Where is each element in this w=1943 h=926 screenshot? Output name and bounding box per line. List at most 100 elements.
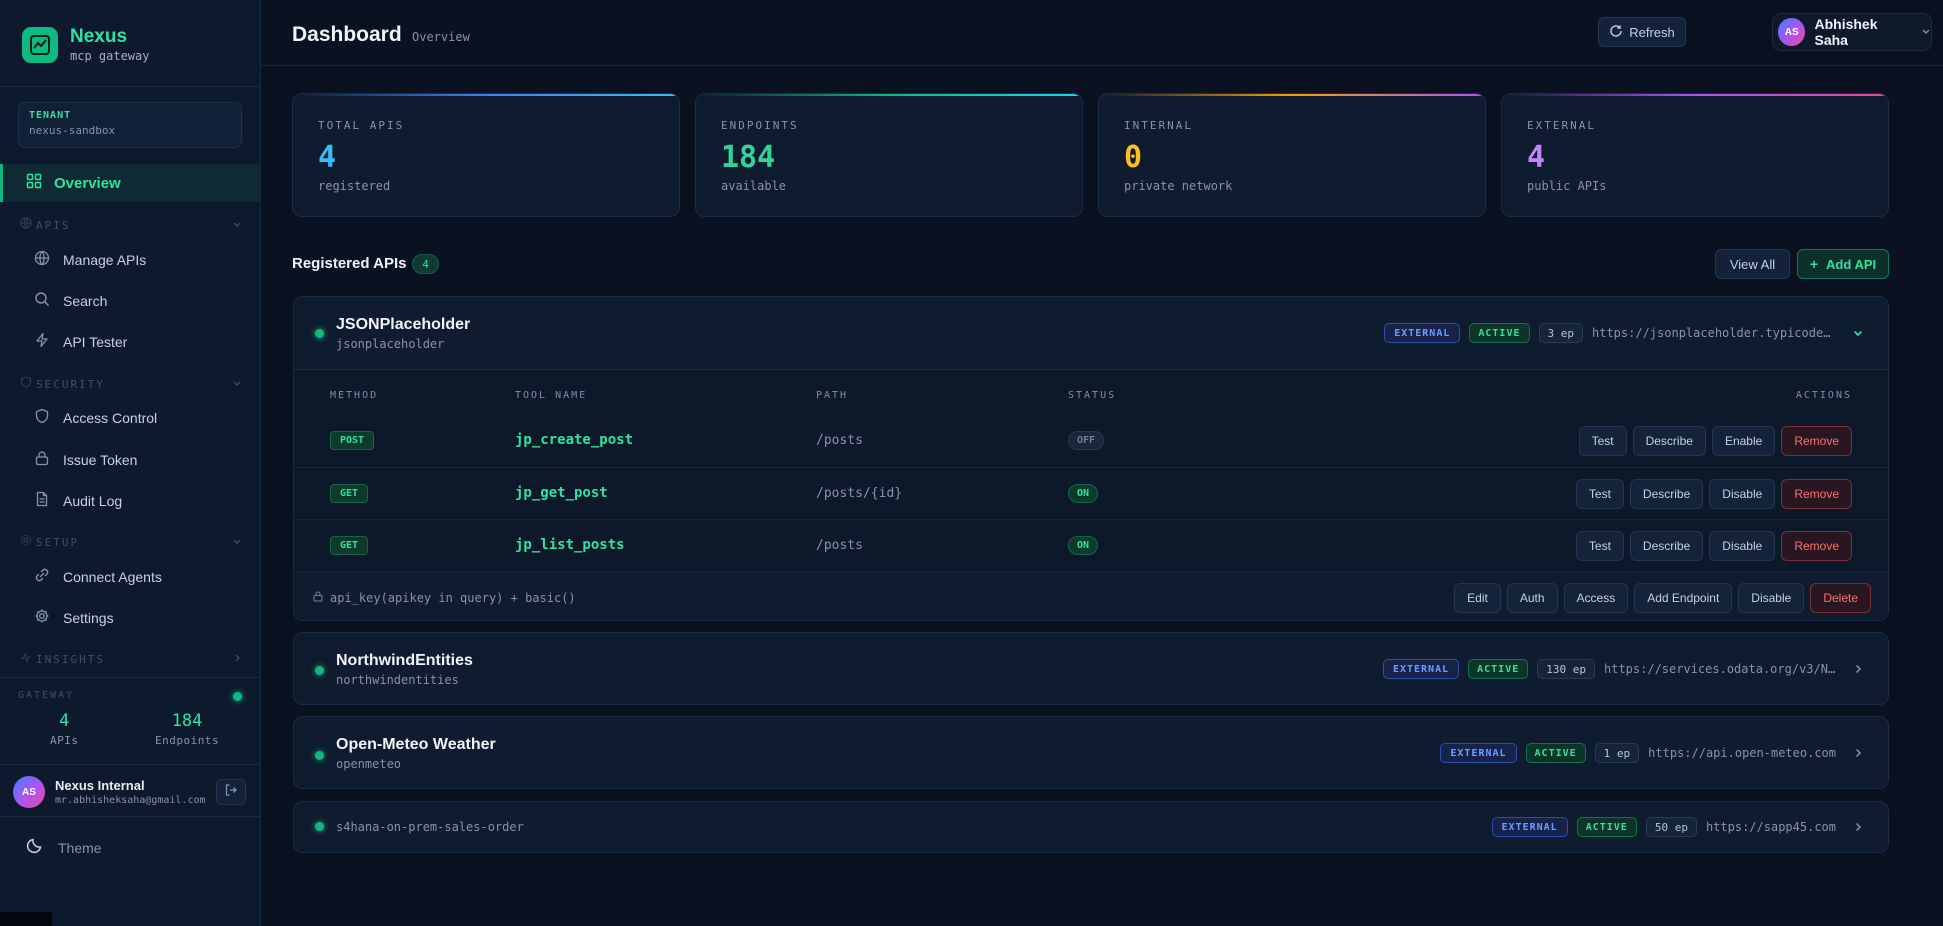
- brand[interactable]: Nexus mcp gateway: [22, 26, 149, 64]
- status-dot: [315, 329, 324, 338]
- section-header-setup[interactable]: SETUP: [20, 534, 242, 550]
- api-badges: EXTERNAL ACTIVE 50 ep https://sapp45.com: [1491, 817, 1864, 837]
- sidebar-item-manage-apis[interactable]: Manage APIs: [34, 248, 146, 272]
- auth-button[interactable]: Auth: [1506, 583, 1558, 613]
- describe-button[interactable]: Describe: [1629, 479, 1704, 509]
- chevron-down-icon[interactable]: [1852, 327, 1864, 339]
- sidebar-item-connect-agents[interactable]: Connect Agents: [34, 565, 162, 589]
- stat-label: INTERNAL: [1124, 119, 1193, 132]
- sidebar-item-label: Overview: [54, 174, 121, 192]
- section-header-insights[interactable]: INSIGHTS: [20, 651, 242, 667]
- view-all-button[interactable]: View All: [1715, 249, 1790, 279]
- refresh-button[interactable]: Refresh: [1598, 17, 1686, 47]
- access-button[interactable]: Access: [1563, 583, 1629, 613]
- stat-value: 4: [1527, 140, 1546, 175]
- sidebar-user[interactable]: AS Nexus Internal mr.abhisheksaha@gmail.…: [13, 776, 209, 808]
- enable-button[interactable]: Enable: [1711, 426, 1776, 456]
- chevron-right-icon[interactable]: [1852, 747, 1864, 759]
- divider: [0, 677, 261, 678]
- column-header-status: STATUS: [1068, 390, 1117, 401]
- sidebar-item-label: Audit Log: [63, 493, 123, 509]
- brand-subtitle: mcp gateway: [70, 49, 150, 63]
- avatar: AS: [13, 776, 45, 808]
- section-title: APIS: [36, 218, 71, 232]
- row-actions: Test Describe Disable Remove: [1570, 479, 1852, 509]
- stat-sub: private network: [1124, 179, 1233, 193]
- test-button[interactable]: Test: [1578, 426, 1627, 456]
- sidebar-item-access-control[interactable]: Access Control: [34, 406, 157, 430]
- tenant-box[interactable]: TENANT nexus-sandbox: [18, 102, 242, 148]
- accent-bar: [696, 94, 1082, 96]
- endpoint-path: /posts: [816, 538, 863, 553]
- tenant-value: nexus-sandbox: [29, 124, 116, 137]
- page-subtitle: Overview: [412, 30, 470, 44]
- gear-icon: [34, 608, 50, 629]
- chevron-down-icon: [232, 216, 242, 234]
- logout-button[interactable]: [216, 779, 246, 805]
- delete-button[interactable]: Delete: [1810, 583, 1871, 613]
- sidebar-item-api-tester[interactable]: API Tester: [34, 330, 127, 354]
- refresh-icon: [1609, 24, 1623, 41]
- registered-apis-count: 4: [412, 254, 439, 274]
- sidebar-item-settings[interactable]: Settings: [34, 606, 114, 630]
- shield-icon: [34, 408, 50, 429]
- chevron-right-icon[interactable]: [1852, 821, 1864, 833]
- add-api-label: Add API: [1826, 256, 1877, 272]
- api-name: NorthwindEntities: [336, 652, 473, 669]
- moon-icon: [26, 836, 44, 859]
- section-header-security[interactable]: SECURITY: [20, 376, 242, 392]
- gateway-status-dot: [233, 692, 242, 701]
- divider: [0, 764, 261, 765]
- document-icon: [34, 491, 50, 512]
- column-header-actions: ACTIONS: [1795, 390, 1852, 401]
- sidebar-item-overview[interactable]: Overview: [0, 164, 261, 202]
- add-endpoint-button[interactable]: Add Endpoint: [1634, 583, 1733, 613]
- user-menu[interactable]: AS Abhishek Saha: [1772, 13, 1932, 51]
- endpoint-path: /posts/{id}: [816, 486, 903, 501]
- add-api-button[interactable]: + Add API: [1797, 249, 1889, 279]
- sidebar-item-issue-token[interactable]: Issue Token: [34, 448, 137, 472]
- sidebar-item-label: Access Control: [63, 410, 158, 426]
- theme-toggle[interactable]: Theme: [26, 836, 102, 859]
- sidebar-item-audit-log[interactable]: Audit Log: [34, 489, 122, 513]
- test-button[interactable]: Test: [1575, 531, 1624, 561]
- section-header-apis[interactable]: APIS: [20, 217, 242, 233]
- sidebar-item-search[interactable]: Search: [34, 289, 107, 313]
- endpoint-count-badge: 3 ep: [1538, 323, 1583, 343]
- status-dot: [315, 822, 324, 831]
- remove-button[interactable]: Remove: [1781, 426, 1852, 456]
- describe-button[interactable]: Describe: [1629, 531, 1704, 561]
- api-slug: openmeteo: [336, 757, 402, 771]
- edit-button[interactable]: Edit: [1454, 583, 1501, 613]
- api-card-northwindentities[interactable]: NorthwindEntities northwindentities EXTE…: [293, 632, 1889, 705]
- describe-button[interactable]: Describe: [1632, 426, 1706, 456]
- api-card-openmeteo[interactable]: Open-Meteo Weather openmeteo EXTERNAL AC…: [293, 716, 1889, 789]
- stat-card-external: EXTERNAL 4 public APIs: [1501, 93, 1889, 217]
- api-url: https://services.odata.org/v3/Northwind/…: [1604, 662, 1836, 676]
- chevron-right-icon[interactable]: [1852, 663, 1864, 675]
- type-badge: EXTERNAL: [1491, 817, 1568, 837]
- status-badge: ACTIVE: [1525, 743, 1586, 763]
- api-url: https://api.open-meteo.com: [1648, 746, 1836, 760]
- table-row: POST jp_create_post /posts OFF Test Desc…: [294, 415, 1888, 467]
- disable-api-button[interactable]: Disable: [1738, 583, 1805, 613]
- type-badge: EXTERNAL: [1440, 743, 1517, 763]
- method-badge: GET: [330, 484, 369, 503]
- auth-summary: api_key(apikey in query) + basic(): [312, 590, 576, 605]
- api-card-s4hana[interactable]: s4hana-on-prem-sales-order EXTERNAL ACTI…: [293, 801, 1889, 853]
- api-card-header[interactable]: JSONPlaceholder jsonplaceholder EXTERNAL…: [294, 297, 1888, 369]
- disable-button[interactable]: Disable: [1709, 531, 1776, 561]
- status-badge: ACTIVE: [1468, 659, 1529, 679]
- shield-icon: [20, 375, 32, 393]
- sidebar-item-label: Connect Agents: [63, 569, 162, 585]
- row-actions: Test Describe Disable Remove: [1570, 531, 1852, 561]
- plus-icon: +: [1809, 256, 1819, 272]
- disable-button[interactable]: Disable: [1709, 479, 1776, 509]
- gateway-apis-value: 4: [59, 711, 70, 731]
- remove-button[interactable]: Remove: [1781, 531, 1852, 561]
- user-name: Nexus Internal: [55, 778, 145, 793]
- test-button[interactable]: Test: [1575, 479, 1624, 509]
- api-url: https://sapp45.com: [1705, 820, 1836, 834]
- remove-button[interactable]: Remove: [1781, 479, 1852, 509]
- type-badge: EXTERNAL: [1382, 659, 1460, 679]
